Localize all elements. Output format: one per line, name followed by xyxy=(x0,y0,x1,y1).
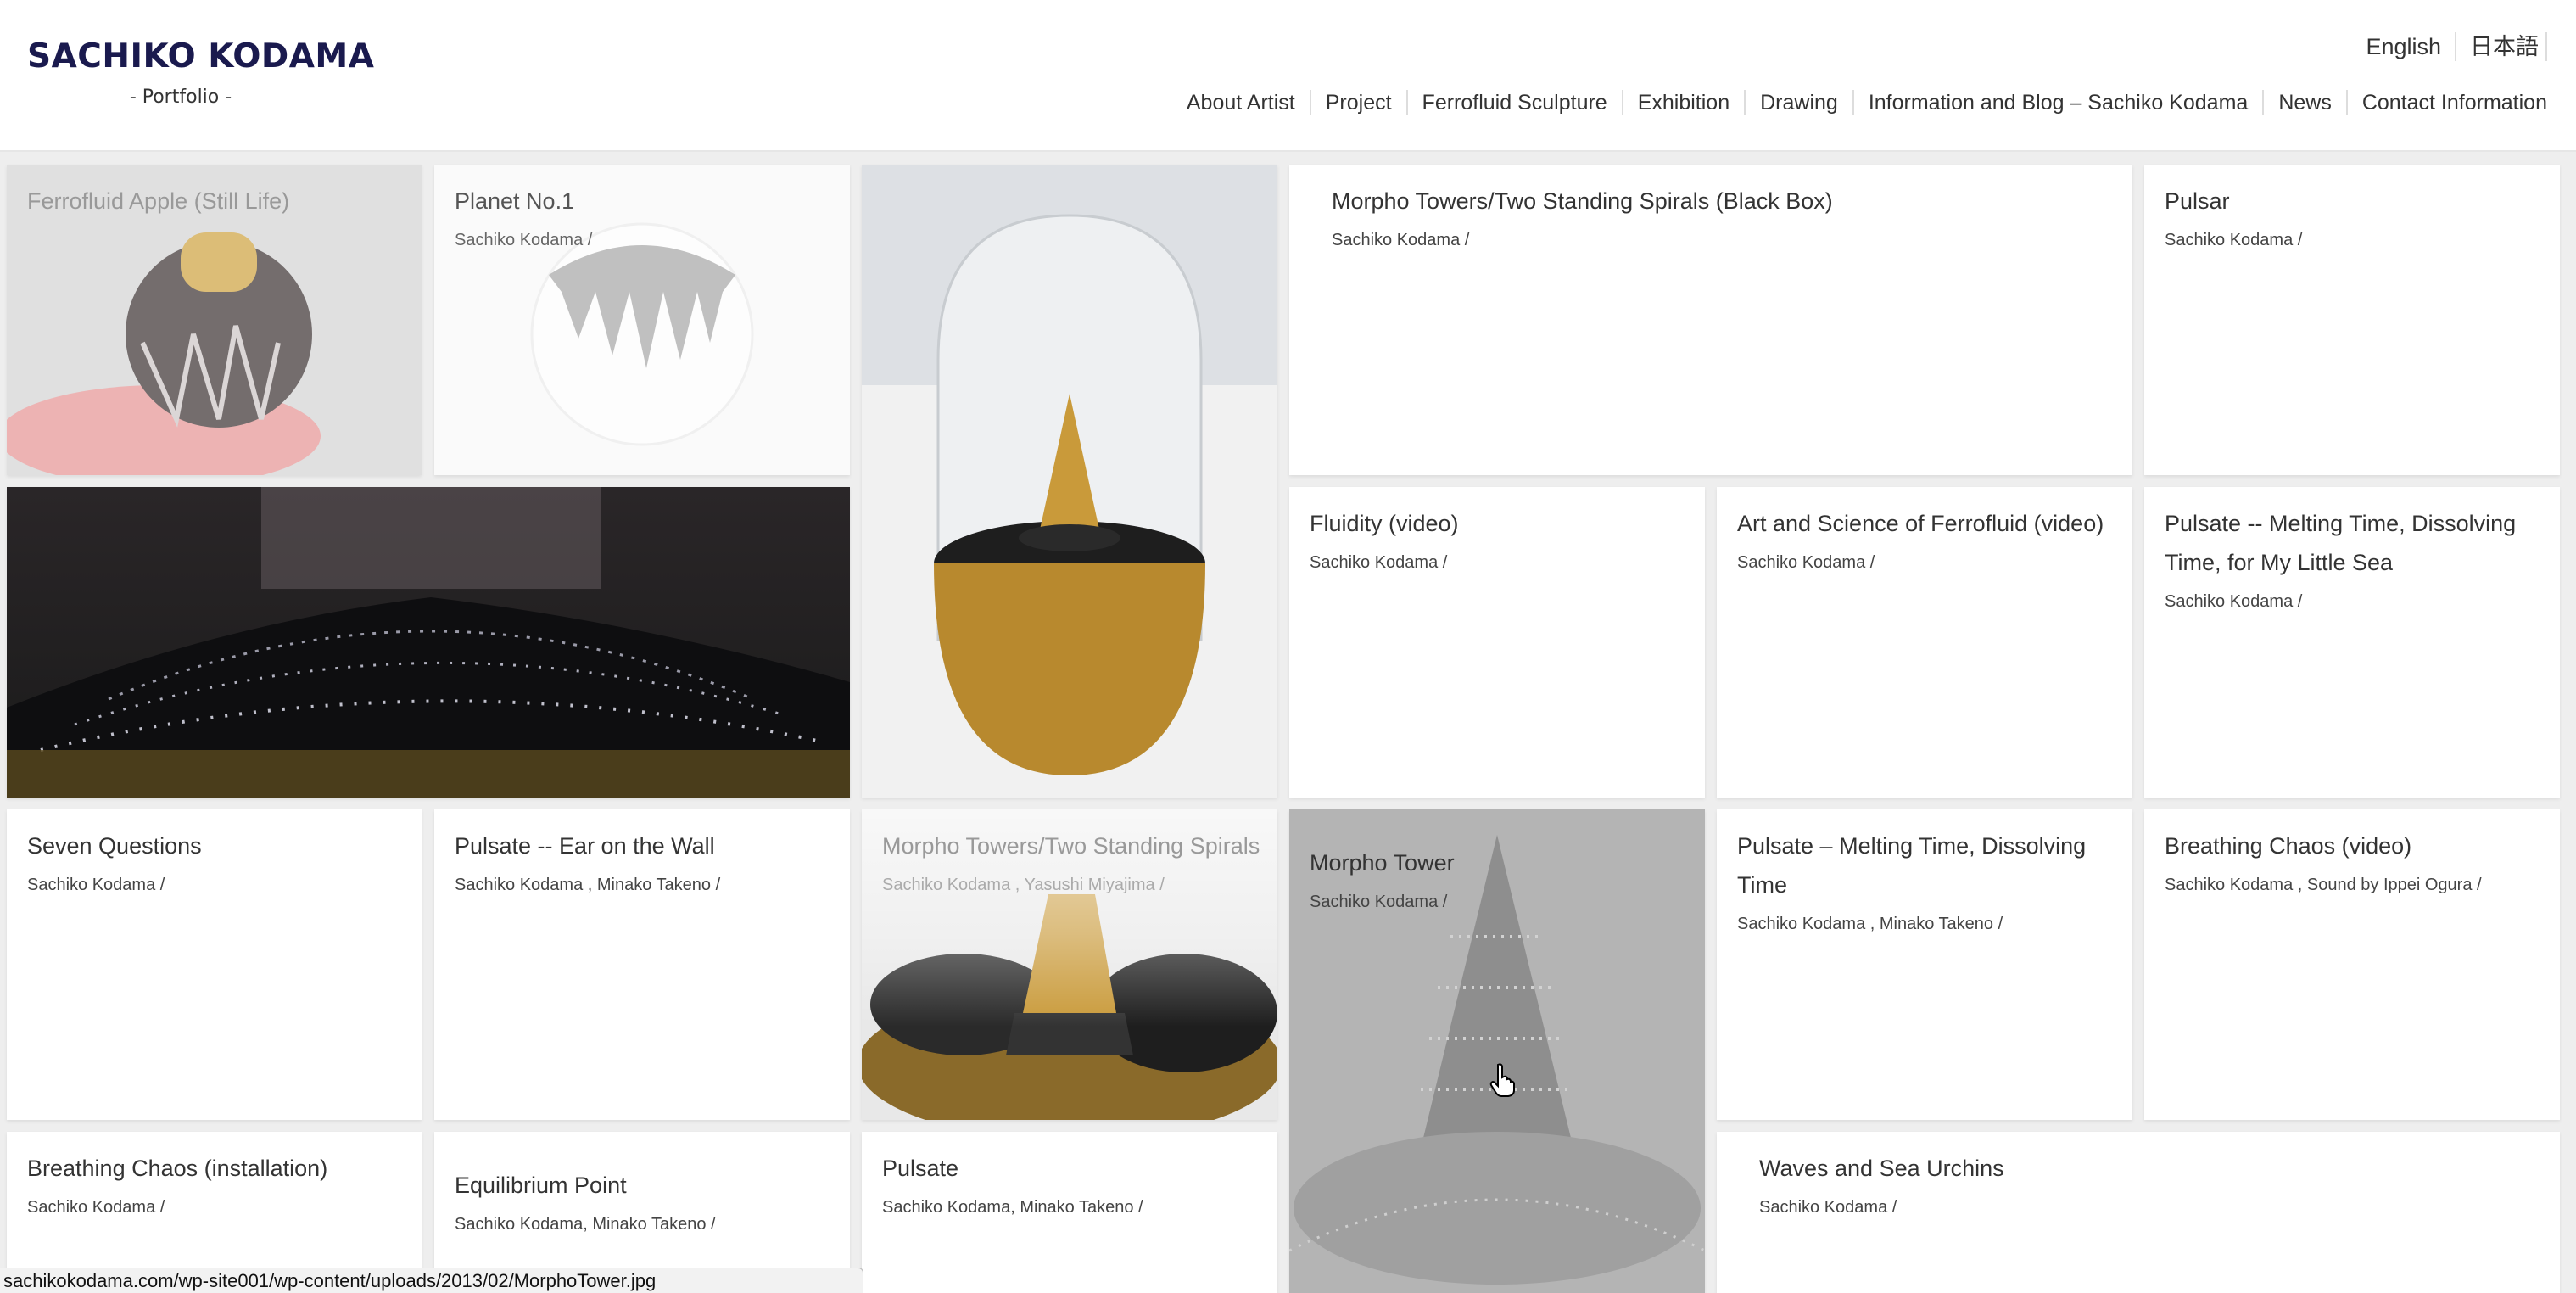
tile-meta: Sachiko Kodama / xyxy=(455,231,593,249)
tile-title: Pulsate xyxy=(882,1156,959,1181)
hand-cursor-icon xyxy=(1489,1063,1515,1097)
portfolio-tile-pulsate[interactable]: Pulsate Sachiko Kodama, Minako Takeno / xyxy=(862,1132,1277,1293)
tile-meta: Sachiko Kodama / xyxy=(27,1198,165,1217)
language-switcher: English 日本語 xyxy=(2352,32,2547,61)
tile-title: Art and Science of Ferrofluid (video) xyxy=(1737,511,2104,536)
tile-meta: Sachiko Kodama , Sound by Ippei Ogura / xyxy=(2165,876,2482,894)
nav-news[interactable]: News xyxy=(2264,90,2348,115)
tile-title: Morpho Tower xyxy=(1310,850,1455,876)
portfolio-tile-morpho-towers-black-box[interactable]: Morpho Towers/Two Standing Spirals (Blac… xyxy=(1289,165,2132,475)
tile-title: Morpho Towers/Two Standing Spirals xyxy=(882,833,1260,859)
tile-meta: Sachiko Kodama, Minako Takeno / xyxy=(455,1215,716,1234)
tile-title: Waves and Sea Urchins xyxy=(1759,1156,2004,1181)
site-tagline: - Portfolio - xyxy=(129,87,232,108)
portfolio-tile-pulsate-little-sea[interactable]: Pulsate -- Melting Time, Dissolving Time… xyxy=(2144,487,2560,798)
nav-information-blog[interactable]: Information and Blog – Sachiko Kodama xyxy=(1854,90,2265,115)
portfolio-image-ferrofluid-field[interactable] xyxy=(7,487,850,798)
tile-title: Ferrofluid Apple (Still Life) xyxy=(27,188,290,214)
tile-meta: Sachiko Kodama / xyxy=(27,876,165,894)
tile-title: Planet No.1 xyxy=(455,188,575,214)
portfolio-image-morpho-capsule[interactable] xyxy=(862,165,1277,798)
site-logo[interactable]: SACHIKO KODAMA xyxy=(27,37,374,76)
tile-title: Pulsate -- Melting Time, Dissolving Time… xyxy=(2165,511,2517,575)
tile-meta: Sachiko Kodama , Yasushi Miyajima / xyxy=(882,876,1165,894)
nav-project[interactable]: Project xyxy=(1311,90,1408,115)
tile-meta: Sachiko Kodama , Minako Takeno / xyxy=(455,876,721,894)
tile-meta: Sachiko Kodama / xyxy=(2165,592,2303,611)
tile-meta: Sachiko Kodama / xyxy=(2165,231,2303,249)
portfolio-tile-morpho-tower[interactable]: Morpho Tower Sachiko Kodama / xyxy=(1289,809,1705,1293)
tile-title: Fluidity (video) xyxy=(1310,511,1459,536)
tile-title: Seven Questions xyxy=(27,833,202,859)
ferrofluid-field-image xyxy=(7,487,850,798)
tile-title: Equilibrium Point xyxy=(455,1173,627,1198)
tile-title: Breathing Chaos (video) xyxy=(2165,833,2412,859)
portfolio-tile-pulsar[interactable]: Pulsar Sachiko Kodama / xyxy=(2144,165,2560,475)
portfolio-tile-ferrofluid-apple[interactable]: Ferrofluid Apple (Still Life) xyxy=(7,165,422,475)
portfolio-tile-fluidity[interactable]: Fluidity (video) Sachiko Kodama / xyxy=(1289,487,1705,798)
tile-title: Pulsar xyxy=(2165,188,2230,214)
tile-meta: Sachiko Kodama / xyxy=(1737,553,1875,572)
golden-capsule-image xyxy=(862,165,1277,798)
tile-meta: Sachiko Kodama , Minako Takeno / xyxy=(1737,915,2003,933)
portfolio-tile-seven-questions[interactable]: Seven Questions Sachiko Kodama / xyxy=(7,809,422,1120)
tile-title: Pulsate – Melting Time, Dissolving Time xyxy=(1737,833,2087,898)
tile-meta: Sachiko Kodama, Minako Takeno / xyxy=(882,1198,1143,1217)
portfolio-tile-waves-and-sea-urchins[interactable]: Waves and Sea Urchins Sachiko Kodama / xyxy=(1717,1132,2560,1293)
site-header: SACHIKO KODAMA - Portfolio - English 日本語… xyxy=(0,0,2576,152)
browser-status-bar: sachikokodama.com/wp-site001/wp-content/… xyxy=(0,1268,863,1293)
lang-japanese[interactable]: 日本語 xyxy=(2456,32,2547,61)
tile-title: Breathing Chaos (installation) xyxy=(27,1156,328,1181)
portfolio-tile-morpho-towers-spirals[interactable]: Morpho Towers/Two Standing Spirals Sachi… xyxy=(862,809,1277,1120)
nav-drawing[interactable]: Drawing xyxy=(1746,90,1854,115)
tile-title: Morpho Towers/Two Standing Spirals (Blac… xyxy=(1332,188,1833,214)
portfolio-tile-planet-no1[interactable]: Planet No.1 Sachiko Kodama / xyxy=(434,165,850,475)
nav-contact[interactable]: Contact Information xyxy=(2348,90,2547,115)
tile-meta: Sachiko Kodama / xyxy=(1759,1198,1897,1217)
portfolio-tile-ear-on-the-wall[interactable]: Pulsate -- Ear on the Wall Sachiko Kodam… xyxy=(434,809,850,1120)
nav-about-artist[interactable]: About Artist xyxy=(1172,90,1311,115)
portfolio-tile-art-and-science[interactable]: Art and Science of Ferrofluid (video) Sa… xyxy=(1717,487,2132,798)
tile-meta: Sachiko Kodama / xyxy=(1310,553,1448,572)
tile-meta: Sachiko Kodama / xyxy=(1332,231,1470,249)
tile-meta: Sachiko Kodama / xyxy=(1310,893,1448,911)
portfolio-tile-breathing-chaos-video[interactable]: Breathing Chaos (video) Sachiko Kodama ,… xyxy=(2144,809,2560,1120)
portfolio-tile-pulsate-melting-time[interactable]: Pulsate – Melting Time, Dissolving Time … xyxy=(1717,809,2132,1120)
lang-english[interactable]: English xyxy=(2352,32,2456,61)
main-nav: About Artist Project Ferrofluid Sculptur… xyxy=(1172,90,2547,115)
nav-ferrofluid-sculpture[interactable]: Ferrofluid Sculpture xyxy=(1408,90,1623,115)
nav-exhibition[interactable]: Exhibition xyxy=(1623,90,1746,115)
tile-title: Pulsate -- Ear on the Wall xyxy=(455,833,715,859)
